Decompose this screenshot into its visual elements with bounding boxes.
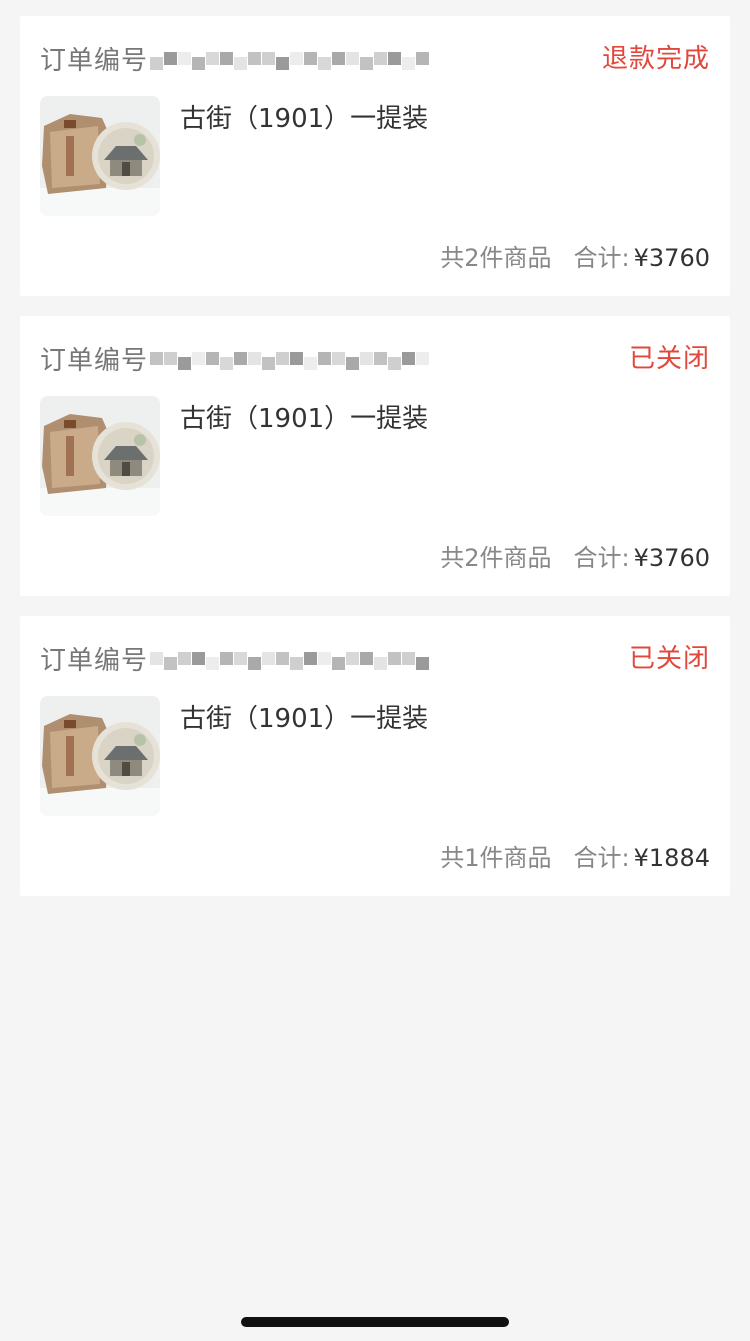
product-thumbnail[interactable]	[40, 396, 160, 516]
product-name: 古街（1901）一提装	[180, 404, 429, 434]
redaction-block	[290, 656, 304, 670]
redaction-block	[150, 56, 164, 70]
redaction-block	[304, 651, 318, 665]
order-summary: 共2件商品 合计: ¥3760	[440, 538, 710, 573]
order-summary: 共2件商品 合计: ¥3760	[440, 238, 710, 273]
redaction-block	[164, 351, 178, 365]
redaction-block	[374, 656, 388, 670]
tea-cake-icon	[40, 696, 160, 816]
redaction-block	[220, 356, 234, 370]
redaction-block	[276, 651, 290, 665]
redaction-block	[346, 651, 360, 665]
redaction-block	[360, 351, 374, 365]
redaction-block	[290, 51, 304, 65]
redaction-block	[234, 351, 248, 365]
redaction-block	[220, 51, 234, 65]
order-number-label: 订单编号	[40, 45, 149, 76]
total-price: ¥3760	[633, 544, 710, 572]
total-label: 合计:	[573, 544, 630, 572]
redaction-block	[318, 351, 332, 365]
redaction-block	[388, 356, 402, 370]
redaction-block	[360, 56, 374, 70]
redaction-block	[178, 356, 192, 370]
total-label: 合计:	[573, 244, 630, 272]
redaction-block	[192, 56, 206, 70]
order-summary: 共1件商品 合计: ¥1884	[440, 838, 710, 873]
order-number-value-redacted	[150, 40, 430, 76]
redaction-block	[192, 351, 206, 365]
order-card[interactable]: 订单编号 退款完成 古街（1901）一提装 共2件商品 合计: ¥3760	[20, 16, 730, 296]
redaction-block	[262, 356, 276, 370]
redaction-block	[248, 656, 262, 670]
redaction-block	[332, 656, 346, 670]
order-number: 订单编号	[40, 638, 430, 678]
redaction-block	[290, 351, 304, 365]
order-status: 已关闭	[628, 644, 710, 674]
redaction-block	[346, 51, 360, 65]
order-number-value-redacted	[150, 340, 430, 376]
redaction-block	[402, 651, 416, 665]
redaction-block	[416, 656, 430, 670]
redaction-block	[178, 51, 192, 65]
product-name: 古街（1901）一提装	[180, 704, 429, 734]
order-card[interactable]: 订单编号 已关闭 古街（1901）一提装 共2件商品 合计: ¥3760	[20, 316, 730, 596]
redaction-block	[318, 651, 332, 665]
redaction-block	[332, 351, 346, 365]
total-label: 合计:	[573, 844, 630, 872]
redaction-block	[192, 651, 206, 665]
item-count: 共1件商品	[440, 844, 552, 872]
redaction-block	[388, 651, 402, 665]
order-list: 订单编号 退款完成 古街（1901）一提装 共2件商品 合计: ¥3760 订单…	[20, 16, 730, 916]
redaction-block	[178, 651, 192, 665]
product-name: 古街（1901）一提装	[180, 104, 429, 134]
redaction-block	[234, 56, 248, 70]
redaction-block	[206, 656, 220, 670]
order-number-label: 订单编号	[40, 645, 149, 676]
total-price: ¥1884	[633, 844, 710, 872]
redaction-block	[220, 651, 234, 665]
redaction-block	[416, 351, 430, 365]
redaction-block	[332, 51, 346, 65]
redaction-block	[402, 351, 416, 365]
redaction-block	[276, 351, 290, 365]
redaction-block	[248, 351, 262, 365]
tea-cake-icon	[40, 96, 160, 216]
redaction-block	[276, 56, 290, 70]
home-indicator[interactable]	[241, 1317, 509, 1327]
redaction-block	[206, 351, 220, 365]
tea-cake-icon	[40, 396, 160, 516]
item-count: 共2件商品	[440, 544, 552, 572]
redaction-block	[150, 651, 164, 665]
total-price: ¥3760	[633, 244, 710, 272]
redaction-block	[318, 56, 332, 70]
item-count: 共2件商品	[440, 244, 552, 272]
redaction-block	[262, 651, 276, 665]
product-thumbnail[interactable]	[40, 96, 160, 216]
redaction-block	[206, 51, 220, 65]
redaction-block	[374, 51, 388, 65]
order-number-label: 订单编号	[40, 345, 149, 376]
redaction-block	[402, 56, 416, 70]
order-card[interactable]: 订单编号 已关闭 古街（1901）一提装 共1件商品 合计: ¥1884	[20, 616, 730, 896]
redaction-block	[346, 356, 360, 370]
redaction-block	[304, 51, 318, 65]
redaction-block	[360, 651, 374, 665]
redaction-block	[164, 656, 178, 670]
order-status: 退款完成	[601, 44, 710, 74]
redaction-block	[416, 51, 430, 65]
redaction-block	[150, 351, 164, 365]
product-thumbnail[interactable]	[40, 696, 160, 816]
order-number: 订单编号	[40, 38, 430, 78]
redaction-block	[248, 51, 262, 65]
order-number-value-redacted	[150, 640, 430, 676]
order-status: 已关闭	[628, 344, 710, 374]
order-number: 订单编号	[40, 338, 430, 378]
redaction-block	[234, 651, 248, 665]
redaction-block	[262, 51, 276, 65]
redaction-block	[374, 351, 388, 365]
redaction-block	[164, 51, 178, 65]
redaction-block	[304, 356, 318, 370]
redaction-block	[388, 51, 402, 65]
